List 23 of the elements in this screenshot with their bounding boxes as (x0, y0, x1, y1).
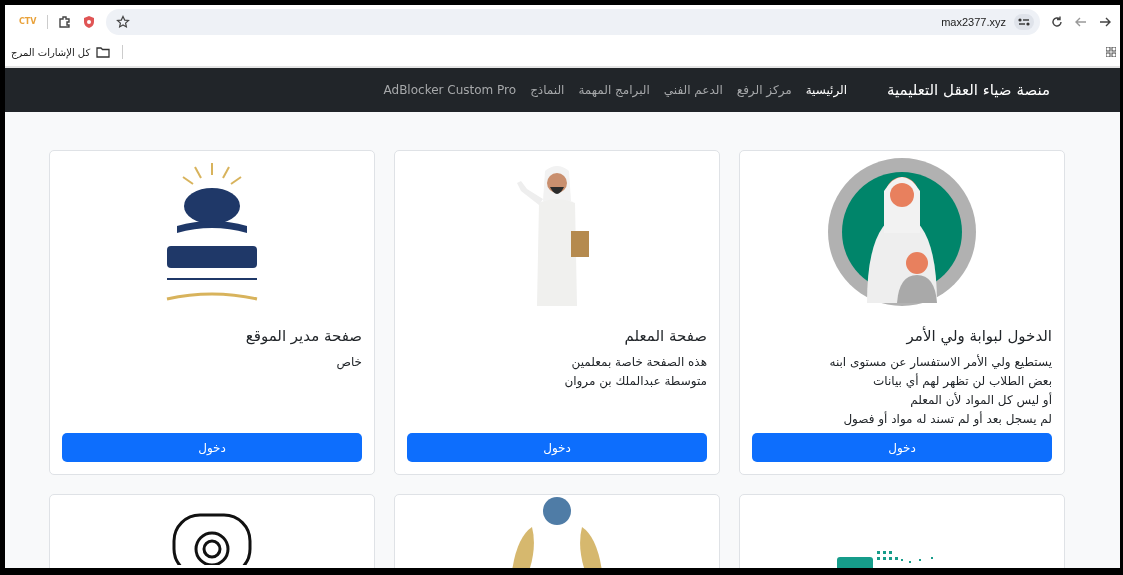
card-title: صفحة المعلم (623, 327, 707, 345)
card-title: الدخول لبوابة ولي الأمر (905, 327, 1052, 345)
card-text: يستطيع ولي الأمر الاستفسار عن مستوى ابنه (828, 353, 1052, 372)
card-text: لم يسجل بعد أو لم تسند له مواد أو فصول (842, 410, 1052, 429)
site-brand[interactable]: منصة ضياء العقل التعليمية (887, 81, 1050, 99)
card-text: متوسطة عبدالملك بن مروان (563, 373, 707, 391)
card-text: خاص (335, 354, 362, 372)
card-text: هذه الصفحة خاصة بمعلمين (570, 354, 707, 372)
nav-link[interactable]: AdBlocker Custom Pro (383, 83, 517, 97)
card-text: بعض الطلاب لن تظهر لهم أي بيانات (872, 372, 1052, 391)
nav-link[interactable]: مركز الرفع (736, 83, 792, 97)
address-bar[interactable]: max2377.xyz (105, 8, 1040, 35)
url-text: max2377.xyz (941, 15, 1006, 28)
card-title: صفحة مدير الموقع (244, 327, 362, 345)
login-button[interactable]: دخول (752, 433, 1052, 462)
card-text: أو ليس كل المواد لأن المعلم (909, 391, 1052, 410)
login-button[interactable]: دخول (62, 433, 362, 462)
nav-link[interactable]: البرامج المهمة (578, 83, 650, 97)
nav-link[interactable]: الرئيسية (805, 83, 848, 97)
nav-link[interactable]: الدعم الفني (663, 83, 723, 97)
login-button[interactable]: دخول (407, 433, 707, 462)
bookmark-folder[interactable]: كل الإشارات المرج (11, 46, 91, 58)
nav-link[interactable]: النماذج (530, 83, 565, 97)
